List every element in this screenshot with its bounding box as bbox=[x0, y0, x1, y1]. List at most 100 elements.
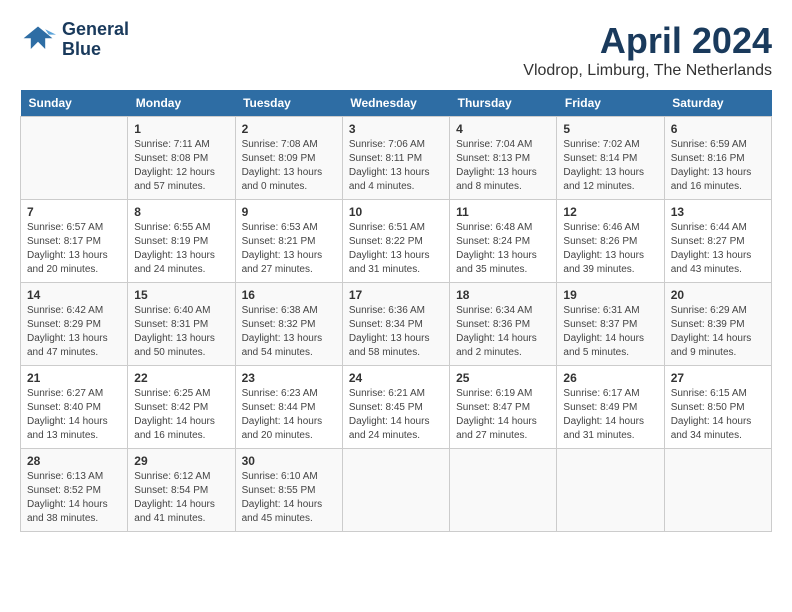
day-number: 18 bbox=[456, 288, 550, 302]
cell-content: Sunrise: 6:38 AM Sunset: 8:32 PM Dayligh… bbox=[242, 304, 336, 360]
logo-text: General Blue bbox=[62, 20, 129, 60]
day-number: 20 bbox=[671, 288, 765, 302]
cell-content: Sunrise: 6:25 AM Sunset: 8:42 PM Dayligh… bbox=[134, 387, 228, 443]
cell-content: Sunrise: 6:12 AM Sunset: 8:54 PM Dayligh… bbox=[134, 470, 228, 526]
day-number: 8 bbox=[134, 205, 228, 219]
calendar-cell: 20 Sunrise: 6:29 AM Sunset: 8:39 PM Dayli… bbox=[664, 283, 771, 366]
calendar-cell: 25 Sunrise: 6:19 AM Sunset: 8:47 PM Dayli… bbox=[450, 366, 557, 449]
day-number: 12 bbox=[563, 205, 657, 219]
day-number: 26 bbox=[563, 371, 657, 385]
calendar-cell bbox=[557, 449, 664, 532]
day-number: 6 bbox=[671, 122, 765, 136]
day-number: 13 bbox=[671, 205, 765, 219]
cell-content: Sunrise: 7:11 AM Sunset: 8:08 PM Dayligh… bbox=[134, 138, 228, 194]
cell-content: Sunrise: 6:10 AM Sunset: 8:55 PM Dayligh… bbox=[242, 470, 336, 526]
cell-content: Sunrise: 6:57 AM Sunset: 8:17 PM Dayligh… bbox=[27, 221, 121, 277]
day-number: 25 bbox=[456, 371, 550, 385]
calendar-cell: 9Sunrise: 6:53 AM Sunset: 8:21 PM Daylig… bbox=[235, 200, 342, 283]
cell-content: Sunrise: 6:13 AM Sunset: 8:52 PM Dayligh… bbox=[27, 470, 121, 526]
day-number: 21 bbox=[27, 371, 121, 385]
calendar-cell bbox=[664, 449, 771, 532]
day-number: 22 bbox=[134, 371, 228, 385]
calendar-cell: 12 Sunrise: 6:46 AM Sunset: 8:26 PM Dayli… bbox=[557, 200, 664, 283]
day-number: 11 bbox=[456, 205, 550, 219]
cell-content: Sunrise: 7:08 AM Sunset: 8:09 PM Dayligh… bbox=[242, 138, 336, 194]
calendar-cell: 1 Sunrise: 7:11 AM Sunset: 8:08 PM Daylig… bbox=[128, 117, 235, 200]
calendar-cell: 6 Sunrise: 6:59 AM Sunset: 8:16 PM Daylig… bbox=[664, 117, 771, 200]
cell-content: Sunrise: 6:55 AM Sunset: 8:19 PM Dayligh… bbox=[134, 221, 228, 277]
cell-content: Sunrise: 6:29 AM Sunset: 8:39 PM Dayligh… bbox=[671, 304, 765, 360]
day-number: 16 bbox=[242, 288, 336, 302]
calendar-cell: 19Sunrise: 6:31 AM Sunset: 8:37 PM Dayli… bbox=[557, 283, 664, 366]
cell-content: Sunrise: 6:21 AM Sunset: 8:45 PM Dayligh… bbox=[349, 387, 443, 443]
weekday-header: Friday bbox=[557, 90, 664, 117]
day-number: 17 bbox=[349, 288, 443, 302]
day-number: 2 bbox=[242, 122, 336, 136]
weekday-header: Wednesday bbox=[342, 90, 449, 117]
calendar-cell: 18 Sunrise: 6:34 AM Sunset: 8:36 PM Dayli… bbox=[450, 283, 557, 366]
calendar-cell: 8 Sunrise: 6:55 AM Sunset: 8:19 PM Daylig… bbox=[128, 200, 235, 283]
calendar-cell: 27 Sunrise: 6:15 AM Sunset: 8:50 PM Dayli… bbox=[664, 366, 771, 449]
cell-content: Sunrise: 6:44 AM Sunset: 8:27 PM Dayligh… bbox=[671, 221, 765, 277]
weekday-header: Tuesday bbox=[235, 90, 342, 117]
calendar-cell: 2 Sunrise: 7:08 AM Sunset: 8:09 PM Daylig… bbox=[235, 117, 342, 200]
day-number: 10 bbox=[349, 205, 443, 219]
logo-icon bbox=[20, 22, 56, 58]
cell-content: Sunrise: 6:27 AM Sunset: 8:40 PM Dayligh… bbox=[27, 387, 121, 443]
calendar-week-row: 21 Sunrise: 6:27 AM Sunset: 8:40 PM Dayli… bbox=[21, 366, 772, 449]
calendar-header-row: SundayMondayTuesdayWednesdayThursdayFrid… bbox=[21, 90, 772, 117]
cell-content: Sunrise: 6:36 AM Sunset: 8:34 PM Dayligh… bbox=[349, 304, 443, 360]
cell-content: Sunrise: 6:42 AM Sunset: 8:29 PM Dayligh… bbox=[27, 304, 121, 360]
title-block: April 2024 Vlodrop, Limburg, The Netherl… bbox=[523, 20, 772, 80]
cell-content: Sunrise: 6:31 AM Sunset: 8:37 PM Dayligh… bbox=[563, 304, 657, 360]
logo: General Blue bbox=[20, 20, 129, 60]
calendar-week-row: 7 Sunrise: 6:57 AM Sunset: 8:17 PM Daylig… bbox=[21, 200, 772, 283]
day-number: 1 bbox=[134, 122, 228, 136]
cell-content: Sunrise: 6:17 AM Sunset: 8:49 PM Dayligh… bbox=[563, 387, 657, 443]
calendar-cell: 22 Sunrise: 6:25 AM Sunset: 8:42 PM Dayli… bbox=[128, 366, 235, 449]
day-number: 14 bbox=[27, 288, 121, 302]
calendar-cell bbox=[342, 449, 449, 532]
cell-content: Sunrise: 6:48 AM Sunset: 8:24 PM Dayligh… bbox=[456, 221, 550, 277]
calendar-cell: 5 Sunrise: 7:02 AM Sunset: 8:14 PM Daylig… bbox=[557, 117, 664, 200]
month-title: April 2024 bbox=[523, 20, 772, 62]
cell-content: Sunrise: 6:59 AM Sunset: 8:16 PM Dayligh… bbox=[671, 138, 765, 194]
calendar-cell: 21 Sunrise: 6:27 AM Sunset: 8:40 PM Dayli… bbox=[21, 366, 128, 449]
calendar-cell: 16 Sunrise: 6:38 AM Sunset: 8:32 PM Dayli… bbox=[235, 283, 342, 366]
calendar-cell: 13 Sunrise: 6:44 AM Sunset: 8:27 PM Dayli… bbox=[664, 200, 771, 283]
calendar-cell: 30Sunrise: 6:10 AM Sunset: 8:55 PM Dayli… bbox=[235, 449, 342, 532]
day-number: 28 bbox=[27, 454, 121, 468]
calendar-cell bbox=[450, 449, 557, 532]
cell-content: Sunrise: 6:40 AM Sunset: 8:31 PM Dayligh… bbox=[134, 304, 228, 360]
calendar-cell: 26 Sunrise: 6:17 AM Sunset: 8:49 PM Dayli… bbox=[557, 366, 664, 449]
weekday-header: Sunday bbox=[21, 90, 128, 117]
calendar-week-row: 1 Sunrise: 7:11 AM Sunset: 8:08 PM Daylig… bbox=[21, 117, 772, 200]
weekday-header: Thursday bbox=[450, 90, 557, 117]
cell-content: Sunrise: 6:19 AM Sunset: 8:47 PM Dayligh… bbox=[456, 387, 550, 443]
cell-content: Sunrise: 6:51 AM Sunset: 8:22 PM Dayligh… bbox=[349, 221, 443, 277]
cell-content: Sunrise: 6:46 AM Sunset: 8:26 PM Dayligh… bbox=[563, 221, 657, 277]
calendar-cell: 11 Sunrise: 6:48 AM Sunset: 8:24 PM Dayli… bbox=[450, 200, 557, 283]
calendar-body: 1 Sunrise: 7:11 AM Sunset: 8:08 PM Daylig… bbox=[21, 117, 772, 532]
calendar-cell: 15 Sunrise: 6:40 AM Sunset: 8:31 PM Dayli… bbox=[128, 283, 235, 366]
day-number: 15 bbox=[134, 288, 228, 302]
day-number: 4 bbox=[456, 122, 550, 136]
calendar-cell: 29Sunrise: 6:12 AM Sunset: 8:54 PM Dayli… bbox=[128, 449, 235, 532]
calendar-week-row: 28 Sunrise: 6:13 AM Sunset: 8:52 PM Dayli… bbox=[21, 449, 772, 532]
day-number: 23 bbox=[242, 371, 336, 385]
calendar-cell: 28 Sunrise: 6:13 AM Sunset: 8:52 PM Dayli… bbox=[21, 449, 128, 532]
cell-content: Sunrise: 6:23 AM Sunset: 8:44 PM Dayligh… bbox=[242, 387, 336, 443]
cell-content: Sunrise: 6:34 AM Sunset: 8:36 PM Dayligh… bbox=[456, 304, 550, 360]
calendar-cell: 3Sunrise: 7:06 AM Sunset: 8:11 PM Daylig… bbox=[342, 117, 449, 200]
day-number: 27 bbox=[671, 371, 765, 385]
calendar-table: SundayMondayTuesdayWednesdayThursdayFrid… bbox=[20, 90, 772, 532]
calendar-cell: 17 Sunrise: 6:36 AM Sunset: 8:34 PM Dayli… bbox=[342, 283, 449, 366]
day-number: 3 bbox=[349, 122, 443, 136]
calendar-cell: 4Sunrise: 7:04 AM Sunset: 8:13 PM Daylig… bbox=[450, 117, 557, 200]
cell-content: Sunrise: 7:02 AM Sunset: 8:14 PM Dayligh… bbox=[563, 138, 657, 194]
cell-content: Sunrise: 6:15 AM Sunset: 8:50 PM Dayligh… bbox=[671, 387, 765, 443]
day-number: 7 bbox=[27, 205, 121, 219]
calendar-cell: 24Sunrise: 6:21 AM Sunset: 8:45 PM Dayli… bbox=[342, 366, 449, 449]
day-number: 5 bbox=[563, 122, 657, 136]
day-number: 9 bbox=[242, 205, 336, 219]
